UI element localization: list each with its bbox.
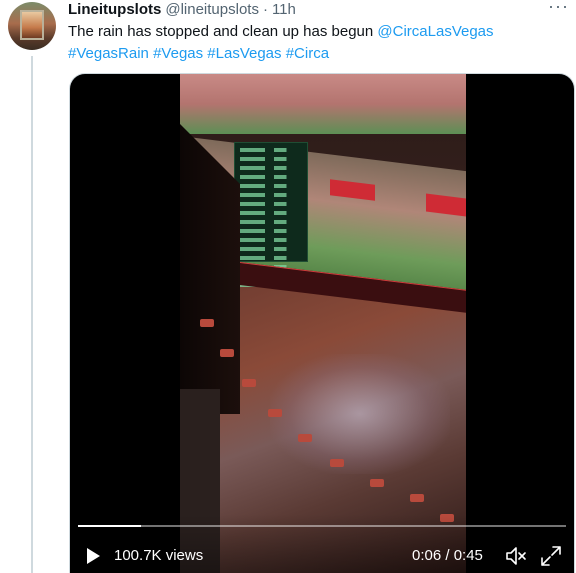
mute-icon[interactable] [505, 545, 527, 567]
video-scene-wet-floor [270, 354, 450, 474]
thread-line [31, 56, 33, 573]
user-handle[interactable]: @lineitupslots [165, 0, 259, 20]
video-scene-chair [268, 409, 282, 417]
video-scene-odds-board [234, 142, 308, 287]
video-player[interactable]: 100.7K views 0:06 / 0:45 [69, 73, 575, 573]
ellipsis-icon[interactable]: ··· [548, 0, 568, 20]
video-frame[interactable] [180, 74, 466, 573]
display-name[interactable]: Lineitupslots [68, 0, 161, 20]
video-scene-chair [242, 379, 256, 387]
view-count: 100.7K views [114, 547, 204, 564]
separator-dot: · [262, 1, 268, 18]
hashtag-link[interactable]: #LasVegas [207, 45, 281, 62]
video-scene-screen-top [180, 74, 466, 134]
hashtag-link[interactable]: #VegasRain [68, 45, 149, 62]
tweet-text-plain: The rain has stopped and clean up has be… [68, 23, 378, 40]
tweet-header: Lineitupslots @lineitupslots · 11h [68, 0, 296, 20]
fullscreen-icon[interactable] [540, 545, 562, 567]
video-scene-chair [220, 349, 234, 357]
video-scene-chair [330, 459, 344, 467]
video-progress-fill [78, 525, 142, 527]
mention-link[interactable]: @CircaLasVegas [377, 23, 493, 40]
video-timecode: 0:06 / 0:45 [412, 547, 483, 564]
tweet[interactable]: Lineitupslots @lineitupslots · 11h ··· T… [0, 0, 576, 573]
avatar-image [20, 10, 44, 40]
timestamp[interactable]: 11h [272, 0, 296, 20]
video-scene-chair [370, 479, 384, 487]
hashtag-link[interactable]: #Vegas [153, 45, 203, 62]
tweet-text: The rain has stopped and clean up has be… [68, 21, 568, 65]
video-progress-bar[interactable] [78, 525, 566, 527]
hashtag-link[interactable]: #Circa [286, 45, 329, 62]
video-scene-chair [200, 319, 214, 327]
video-scene-chair [298, 434, 312, 442]
play-icon[interactable] [84, 547, 102, 565]
avatar[interactable] [8, 2, 56, 50]
video-scene-chair [410, 494, 424, 502]
